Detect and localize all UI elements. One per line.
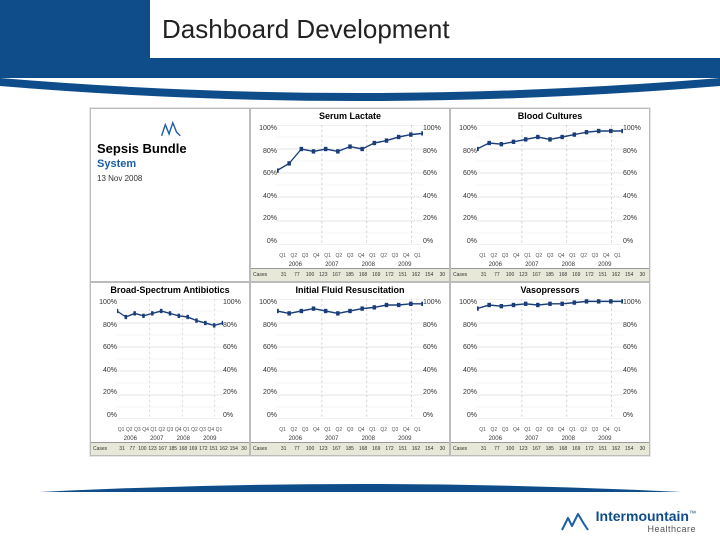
x-axis: Q1Q2Q3Q4Q1Q2Q3Q4Q1Q2Q3Q4Q1 — [117, 427, 223, 435]
x-axis: Q1Q2Q3Q4Q1Q2Q3Q4Q1Q2Q3Q4Q1 — [477, 253, 623, 261]
y-axis-left: 100%80%60%40%20%0% — [453, 125, 477, 245]
cases-row: Cases31771001231671851681691721511621543… — [91, 442, 249, 455]
y-axis-left: 100%80%60%40%20%0% — [93, 299, 117, 419]
title-box: Dashboard Development — [150, 0, 720, 58]
y-axis-right: 100%80%60%40%20%0% — [223, 299, 247, 419]
x-axis: Q1Q2Q3Q4Q1Q2Q3Q4Q1Q2Q3Q4Q1 — [477, 427, 623, 435]
y-axis-right: 100%80%60%40%20%0% — [423, 299, 447, 419]
y-axis-right: 100%80%60%40%20%0% — [423, 125, 447, 245]
page-title: Dashboard Development — [150, 0, 720, 45]
cases-row: Cases31771001231671851681691721511621543… — [451, 268, 649, 281]
footer: Intermountain™ Healthcare — [0, 492, 720, 540]
logo-mark-icon — [560, 510, 590, 532]
info-cell: Sepsis Bundle System 13 Nov 2008 — [90, 108, 250, 282]
logo-sub: Healthcare — [596, 524, 696, 534]
y-axis-right: 100%80%60%40%20%0% — [623, 299, 647, 419]
footer-logo: Intermountain™ Healthcare — [560, 508, 696, 534]
bundle-subheading: System — [97, 158, 243, 170]
chart-plot — [277, 125, 423, 245]
chart-title: Initial Fluid Resuscitation — [251, 285, 449, 295]
chart-title: Blood Cultures — [451, 111, 649, 121]
bundle-heading: Sepsis Bundle — [97, 141, 243, 156]
chart-title: Broad-Spectrum Antibiotics — [91, 285, 249, 295]
header-swoop — [0, 78, 720, 108]
y-axis-left: 100%80%60%40%20%0% — [253, 125, 277, 245]
y-axis-left: 100%80%60%40%20%0% — [453, 299, 477, 419]
cases-row: Cases31771001231671851681691721511621543… — [251, 442, 449, 455]
bundle-date: 13 Nov 2008 — [97, 174, 243, 183]
chart-plot — [477, 125, 623, 245]
chart-serum-lactate: Serum Lactate 100%80%60%40%20%0% 100%80%60… — [250, 108, 450, 282]
chart-title: Serum Lactate — [251, 111, 449, 121]
dashboard-panel: Sepsis Bundle System 13 Nov 2008 Serum L… — [90, 108, 650, 456]
x-axis: Q1Q2Q3Q4Q1Q2Q3Q4Q1Q2Q3Q4Q1 — [277, 253, 423, 261]
chart-plot — [117, 299, 223, 419]
chart-vasopressors: Vasopressors 100%80%60%40%20%0% 100%80%60%… — [450, 282, 650, 456]
chart-initial-fluid-resuscitation: Initial Fluid Resuscitation 100%80%60%40%… — [250, 282, 450, 456]
cases-row: Cases31771001231671851681691721511621543… — [451, 442, 649, 455]
x-axis: Q1Q2Q3Q4Q1Q2Q3Q4Q1Q2Q3Q4Q1 — [277, 427, 423, 435]
logo-brand: Intermountain™ — [596, 508, 696, 524]
chart-broad-spectrum-antibiotics: Broad-Spectrum Antibiotics 100%80%60%40%2… — [90, 282, 250, 456]
chart-grid: Sepsis Bundle System 13 Nov 2008 Serum L… — [90, 108, 650, 456]
chart-plot — [277, 299, 423, 419]
y-axis-right: 100%80%60%40%20%0% — [623, 125, 647, 245]
chart-blood-cultures: Blood Cultures 100%80%60%40%20%0% 100%80%6… — [450, 108, 650, 282]
cases-row: Cases31771001231671851681691721511621543… — [251, 268, 449, 281]
chart-plot — [477, 299, 623, 419]
y-axis-left: 100%80%60%40%20%0% — [253, 299, 277, 419]
chart-title: Vasopressors — [451, 285, 649, 295]
bundle-logo-icon — [156, 119, 184, 137]
logo-text-block: Intermountain™ Healthcare — [596, 508, 696, 534]
